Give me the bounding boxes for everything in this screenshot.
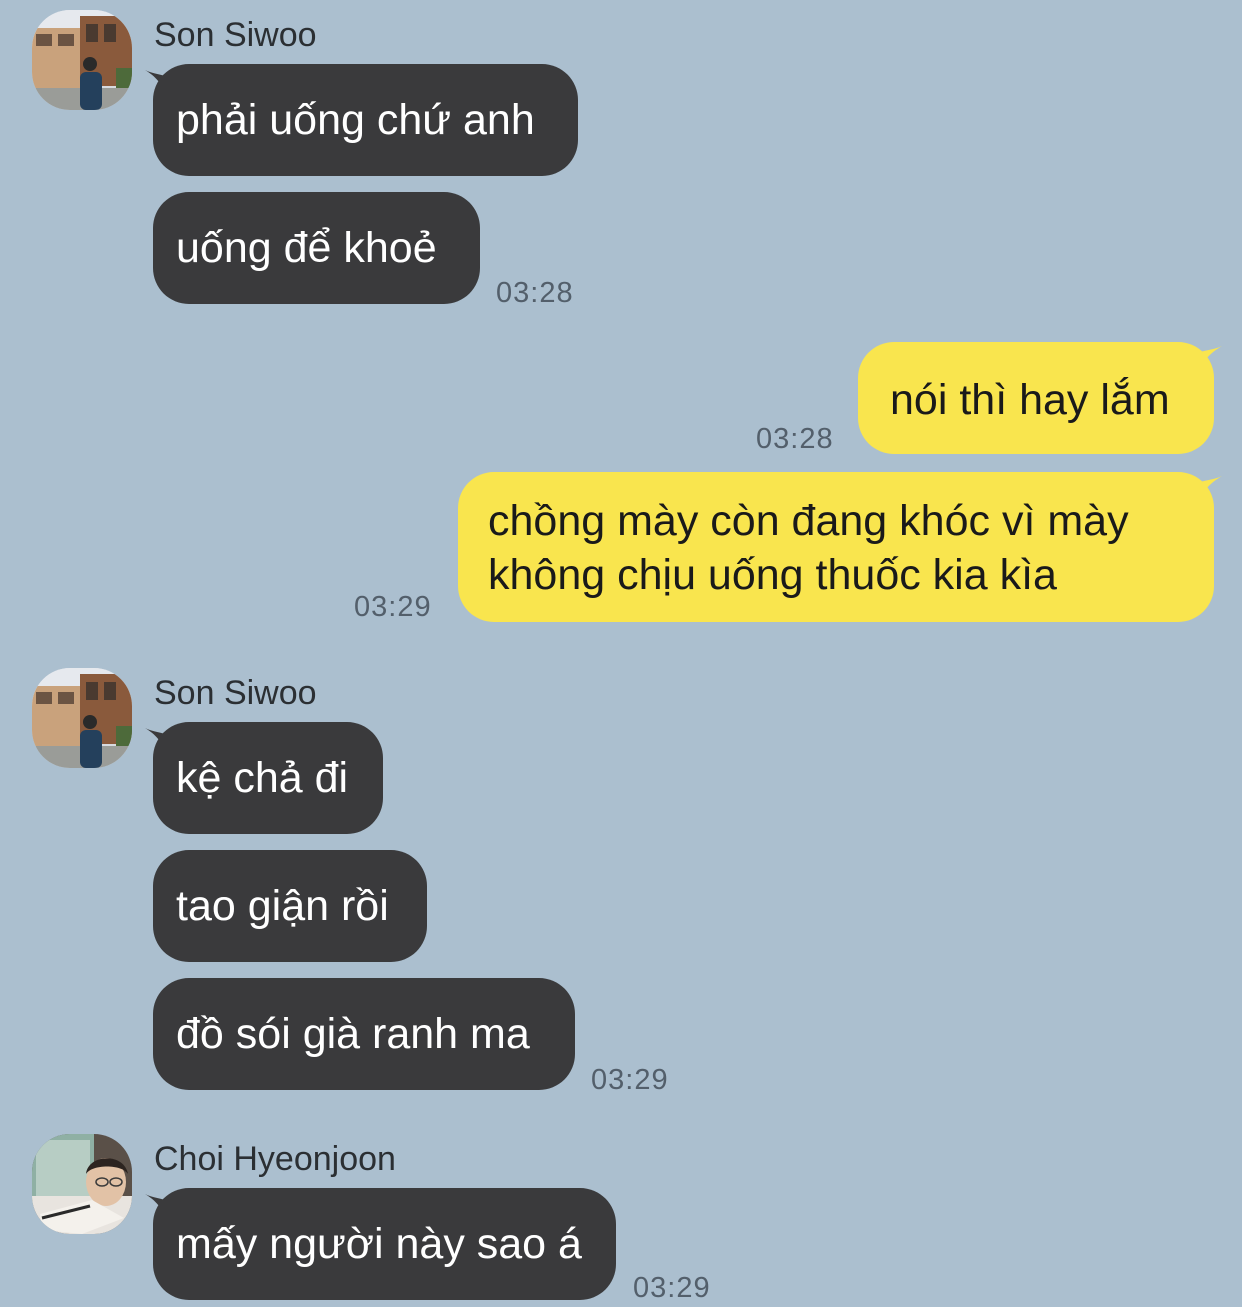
sender-name: Son Siwoo xyxy=(154,674,317,712)
avatar-choi-hyeonjoon[interactable] xyxy=(32,1134,132,1234)
message-bubble[interactable]: kệ chả đi xyxy=(153,722,383,834)
timestamp: 03:29 xyxy=(591,1064,669,1096)
profile-photo-icon xyxy=(32,668,132,768)
message-bubble[interactable]: uống để khoẻ xyxy=(153,192,480,304)
message-line: không chịu uống thuốc kia kìa xyxy=(488,551,1057,599)
message-text: kệ chả đi xyxy=(176,754,349,802)
message-text: tao giận rồi xyxy=(176,882,389,930)
timestamp: 03:29 xyxy=(633,1272,711,1304)
avatar-son-siwoo[interactable] xyxy=(32,10,132,110)
timestamp: 03:28 xyxy=(496,277,574,309)
sender-name: Choi Hyeonjoon xyxy=(154,1140,396,1178)
profile-photo-icon xyxy=(32,1134,132,1234)
message-bubble[interactable]: đồ sói già ranh ma xyxy=(153,978,575,1090)
message-bubble[interactable]: mấy người này sao á xyxy=(153,1188,616,1300)
message-text: phải uống chứ anh xyxy=(176,96,535,144)
sender-name: Son Siwoo xyxy=(154,16,317,54)
message-text: uống để khoẻ xyxy=(176,224,437,272)
message-line: chồng mày còn đang khóc vì mày xyxy=(488,497,1129,545)
message-bubble[interactable]: chồng mày còn đang khóc vì mày không chị… xyxy=(458,472,1214,622)
message-text: nói thì hay lắm xyxy=(890,376,1170,424)
message-bubble[interactable]: nói thì hay lắm xyxy=(858,342,1214,454)
message-text: mấy người này sao á xyxy=(176,1220,582,1268)
message-bubble[interactable]: tao giận rồi xyxy=(153,850,427,962)
profile-photo-icon xyxy=(32,10,132,110)
timestamp: 03:28 xyxy=(756,423,834,455)
avatar-son-siwoo[interactable] xyxy=(32,668,132,768)
message-bubble[interactable]: phải uống chứ anh xyxy=(153,64,578,176)
message-text: đồ sói già ranh ma xyxy=(176,1010,530,1058)
timestamp: 03:29 xyxy=(354,591,432,623)
